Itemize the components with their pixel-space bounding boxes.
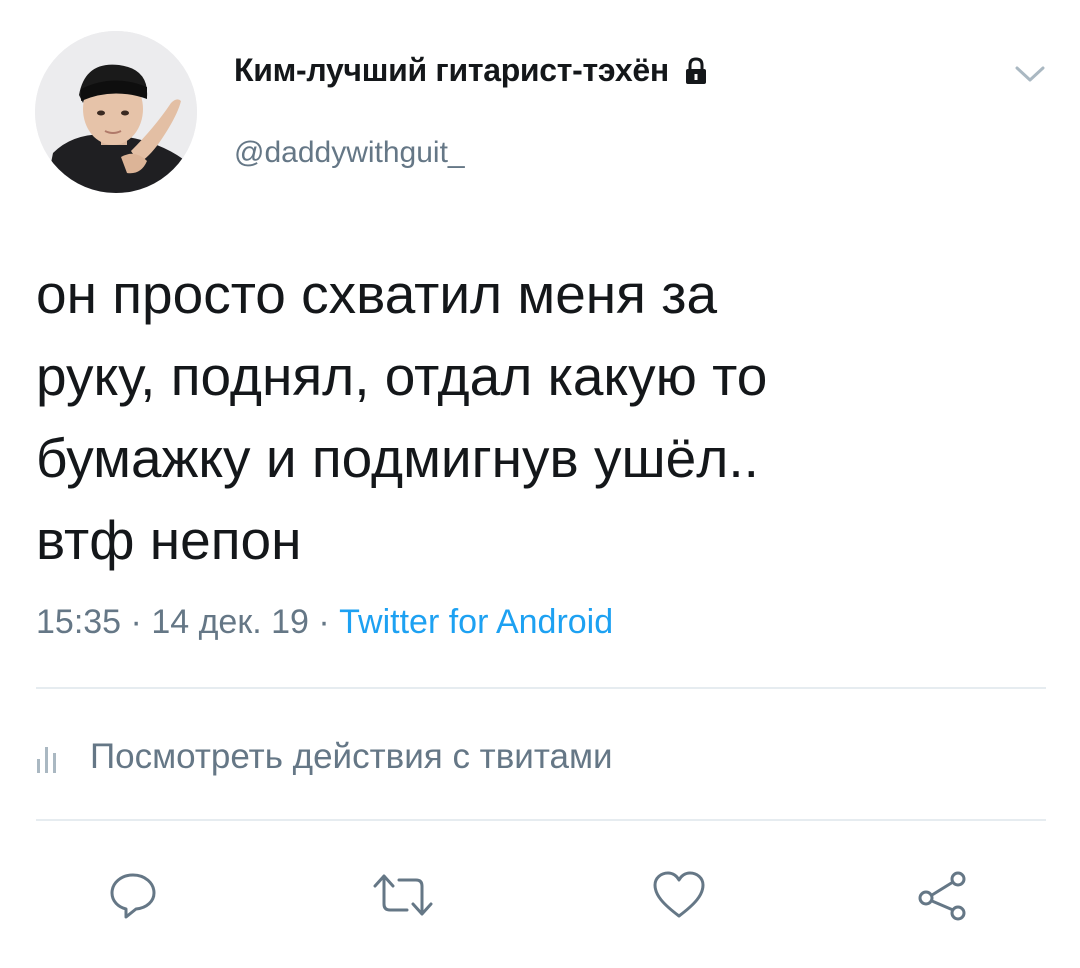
meta-separator: · [121, 603, 152, 641]
meta-separator: · [308, 603, 340, 641]
reply-icon[interactable] [106, 868, 160, 922]
display-name: Ким-лучший гитарист-тэхён [234, 52, 669, 88]
tweet-date: 14 дек. 19 [151, 603, 309, 641]
divider [36, 819, 1046, 821]
lock-icon [685, 56, 707, 85]
analytics-icon [36, 739, 58, 775]
tweet-time: 15:35 [36, 603, 122, 641]
analytics-label: Посмотреть действия с твитами [90, 737, 613, 776]
tweet-detail: Ким-лучший гитарист-тэхён @daddywithguit… [0, 0, 1080, 968]
avatar[interactable] [35, 31, 197, 193]
tweet-meta: 15:35 · 14 дек. 19 · Twitter for Android [36, 603, 613, 642]
chevron-down-icon[interactable] [1012, 62, 1048, 86]
retweet-icon[interactable] [371, 868, 433, 922]
tweet-source-link[interactable]: Twitter for Android [339, 603, 613, 641]
tweet-text: он просто схватил меня за руку, поднял, … [36, 263, 768, 571]
heart-icon[interactable] [651, 868, 705, 922]
divider [36, 687, 1046, 689]
tweet-analytics-link[interactable]: Посмотреть действия с твитами [36, 737, 613, 777]
display-name-row[interactable]: Ким-лучший гитарист-тэхён [234, 52, 707, 89]
share-icon[interactable] [916, 868, 970, 922]
user-handle[interactable]: @daddywithguit_ [234, 136, 465, 170]
